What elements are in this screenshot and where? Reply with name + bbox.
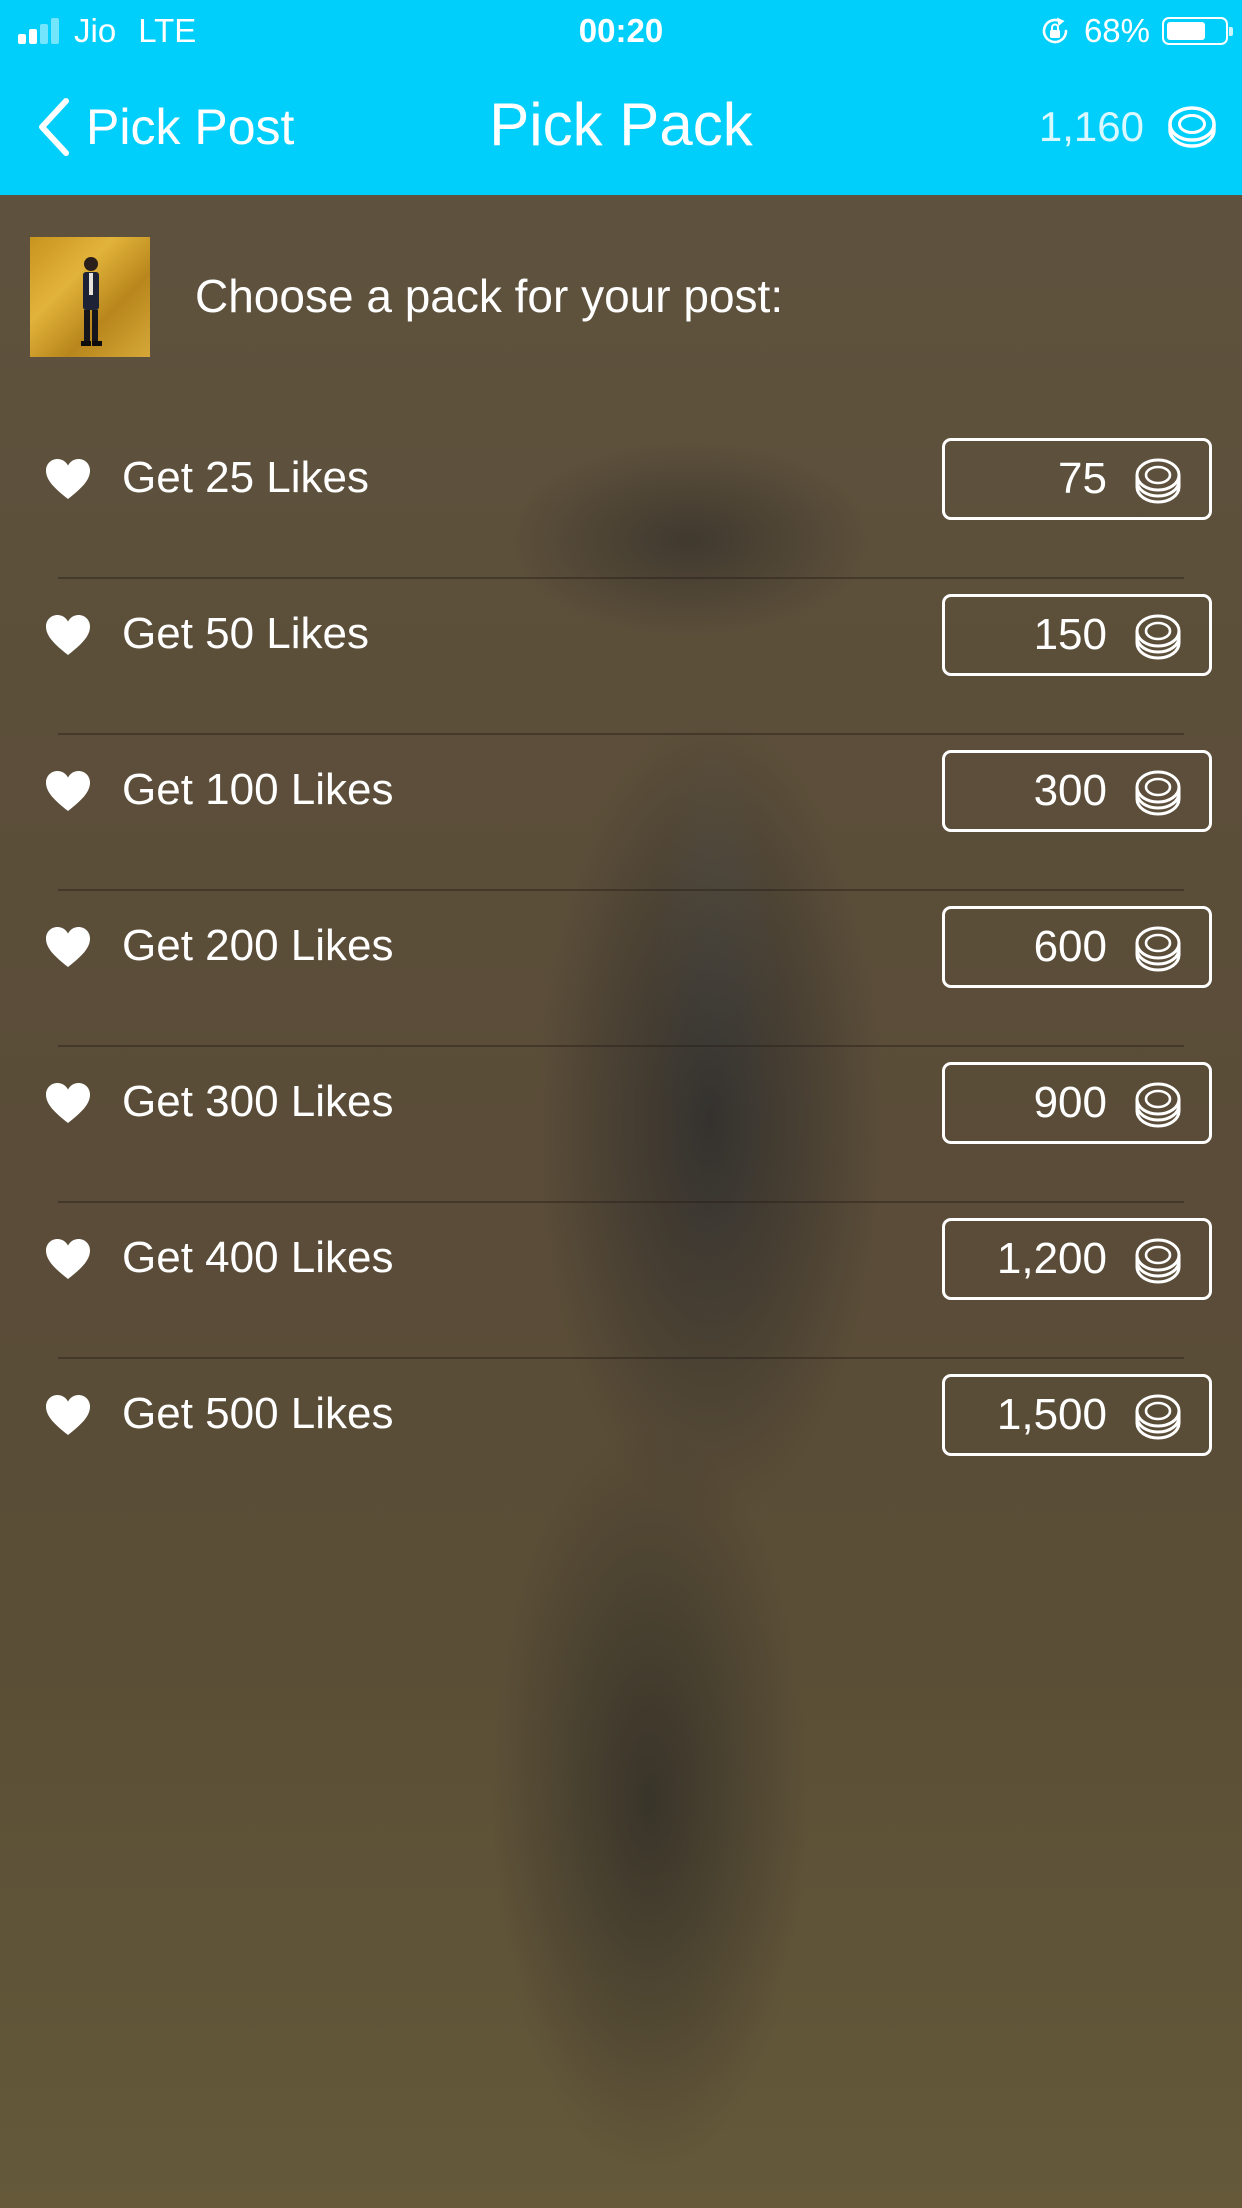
pack-label: Get 200 Likes: [122, 921, 394, 970]
pack-prompt: Choose a pack for your post:: [195, 270, 784, 322]
buy-pack-button[interactable]: 300: [942, 750, 1212, 832]
post-thumbnail: [30, 237, 150, 357]
heart-icon: [46, 1083, 90, 1123]
buy-pack-button[interactable]: 600: [942, 906, 1212, 988]
pack-row-1: Get 25 Likes 75: [0, 423, 1242, 579]
pack-row-6: Get 400 Likes 1,200: [0, 1203, 1242, 1359]
pack-row-2: Get 50 Likes 150: [0, 579, 1242, 735]
heart-icon: [46, 1239, 90, 1279]
buy-pack-button[interactable]: 900: [942, 1062, 1212, 1144]
coin-stack-icon: [1135, 1394, 1181, 1440]
heart-icon: [46, 927, 90, 967]
coin-stack-icon: [1168, 106, 1216, 148]
pack-row-4: Get 200 Likes 600: [0, 891, 1242, 1047]
battery-icon: [1162, 17, 1233, 45]
pack-price: 1,500: [996, 1390, 1107, 1439]
pack-label: Get 25 Likes: [122, 453, 370, 502]
person-figure: [81, 257, 102, 346]
coin-balance: 1,160: [1039, 94, 1218, 160]
coin-stack-icon: [1135, 458, 1181, 504]
pack-label: Get 100 Likes: [122, 765, 394, 814]
battery-fill: [1167, 22, 1206, 40]
pack-price: 150: [1033, 610, 1107, 659]
rotation-lock-icon: [1042, 17, 1068, 44]
pack-label: Get 300 Likes: [122, 1077, 394, 1126]
coin-balance-value: 1,160: [1038, 103, 1144, 150]
pack-label: Get 50 Likes: [122, 609, 370, 658]
coin-stack-icon: [1135, 770, 1181, 816]
buy-pack-button[interactable]: 1,200: [942, 1218, 1212, 1300]
buy-pack-button[interactable]: 1,500: [942, 1374, 1212, 1456]
coin-stack-icon: [1135, 614, 1181, 660]
status-bar: Jio LTE 00:20 68%: [0, 0, 1242, 62]
status-right: 68%: [1040, 10, 1233, 52]
coin-stack-icon: [1135, 1238, 1181, 1284]
pack-list: Get 25 Likes 75 Get 50 Likes 150 Get 100…: [0, 423, 1242, 1515]
pack-row-3: Get 100 Likes 300: [0, 735, 1242, 891]
buy-pack-button[interactable]: 75: [942, 438, 1212, 520]
coin-stack-icon: [1135, 926, 1181, 972]
nav-bar: Pick Post Pick Pack 1,160: [0, 62, 1242, 195]
buy-pack-button[interactable]: 150: [942, 594, 1212, 676]
heart-icon: [46, 459, 90, 499]
heart-icon: [46, 1395, 90, 1435]
heart-icon: [46, 771, 90, 811]
battery-percent: 68%: [1083, 12, 1150, 49]
pack-price: 900: [1033, 1078, 1107, 1127]
pack-label: Get 400 Likes: [122, 1233, 394, 1282]
pack-price: 1,200: [996, 1234, 1107, 1283]
pack-label: Get 500 Likes: [122, 1389, 394, 1438]
coin-stack-icon: [1135, 1082, 1181, 1128]
pack-price: 600: [1033, 922, 1107, 971]
pack-row-5: Get 300 Likes 900: [0, 1047, 1242, 1203]
pack-price: 300: [1033, 766, 1107, 815]
heart-icon: [46, 615, 90, 655]
battery-tip: [1229, 27, 1233, 36]
pack-price: 75: [1058, 454, 1107, 503]
pack-row-7: Get 500 Likes 1,500: [0, 1359, 1242, 1515]
